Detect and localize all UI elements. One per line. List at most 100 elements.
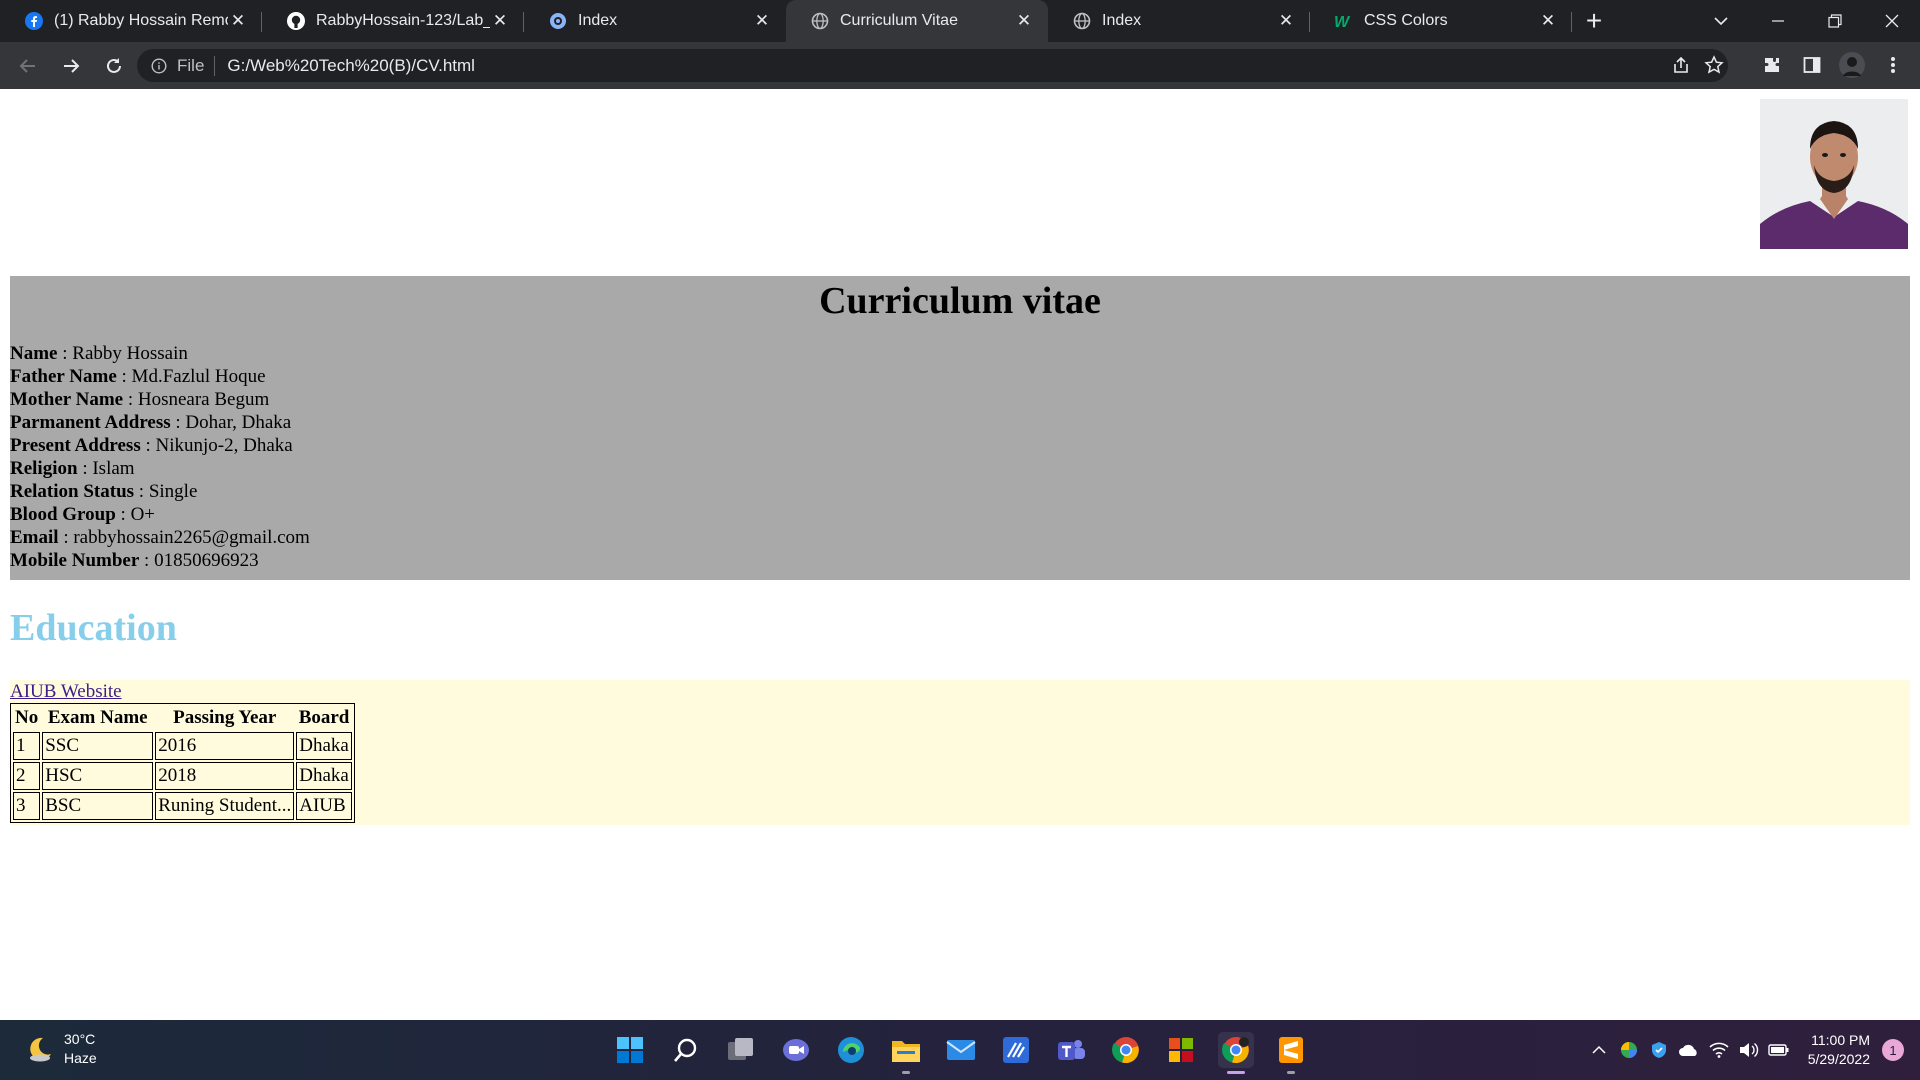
info-separator: : [134,481,149,502]
close-tab-icon[interactable]: ✕ [228,11,248,31]
info-label: Father Name [10,366,117,387]
minimize-icon [1771,20,1784,22]
taskbar-chrome-active[interactable] [1218,1032,1254,1074]
close-icon [1885,14,1898,28]
close-tab-icon[interactable]: ✕ [1276,11,1296,31]
profile-avatar[interactable] [1838,51,1866,79]
weather-widget[interactable]: 30°C Haze [24,1030,97,1068]
table-cell: 2 [13,762,41,790]
running-indicator [902,1071,910,1074]
moon-icon [30,1037,51,1062]
tab-index-2[interactable]: Index ✕ [1048,0,1310,42]
minimize-button[interactable] [1749,0,1806,42]
share-icon[interactable] [1667,51,1695,79]
tab-title: RabbyHossain-123/Lab_Tas [316,12,490,29]
task-view-button[interactable] [723,1032,759,1068]
volume-icon[interactable] [1734,1035,1764,1065]
education-table: No Exam Name Passing Year Board 1 SSC 20… [10,703,355,823]
tab-search-button[interactable] [1692,0,1749,42]
extensions-icon[interactable] [1758,51,1786,79]
restore-icon [1827,14,1842,28]
close-tab-icon[interactable]: ✕ [1538,11,1558,31]
info-value: rabbyhossain2265@gmail.com [73,527,310,548]
notification-badge[interactable]: 1 [1882,1039,1904,1061]
weather-temperature: 30°C [64,1031,96,1047]
taskbar-chat[interactable] [778,1032,814,1068]
system-tray: 11:00 PM 5/29/2022 1 [1584,1020,1920,1080]
star-icon[interactable] [1700,51,1728,79]
info-separator: : [115,504,131,525]
tab-css-colors[interactable]: W CSS Colors ✕ [1310,0,1572,42]
cv-section: Curriculum vitae Name : Rabby Hossain Fa… [10,276,1910,580]
tab-curriculum-vitae[interactable]: Curriculum Vitae ✕ [786,0,1048,42]
wifi-icon[interactable] [1704,1035,1734,1065]
table-cell: Runing Student... [155,792,295,820]
education-heading: Education [10,607,177,649]
info-value: O+ [130,504,155,525]
info-label: Parmanent Address [10,412,171,433]
taskbar-office[interactable] [1163,1032,1199,1068]
info-value: Islam [92,458,135,479]
info-separator: : [57,343,73,364]
color-ball-icon[interactable] [1614,1035,1644,1065]
tab-title: Index [1102,12,1142,29]
tab-strip: (1) Rabby Hossain Remon | ✕ RabbyHossain… [0,0,1920,42]
tab-facebook[interactable]: (1) Rabby Hossain Remon | ✕ [0,0,262,42]
tab-index-1[interactable]: Index ✕ [524,0,786,42]
side-panel-icon[interactable] [1798,51,1826,79]
forward-button[interactable] [51,46,91,86]
start-button[interactable] [612,1032,648,1068]
info-separator: : [77,458,93,479]
taskbar-editor[interactable] [998,1032,1034,1068]
taskbar-mail[interactable] [943,1032,979,1068]
table-cell: HSC [42,762,154,790]
clock[interactable]: 11:00 PM 5/29/2022 [1808,1031,1870,1069]
taskbar-edge[interactable] [833,1032,869,1068]
tab-title: Index [578,12,618,29]
table-cell: Dhaka [296,732,352,760]
chevron-up-icon[interactable] [1584,1035,1614,1065]
info-separator: : [139,550,155,571]
address-bar[interactable]: File G:/Web%20Tech%20(B)/CV.html [137,49,1728,82]
arrow-right-icon [64,58,80,73]
close-tab-icon[interactable]: ✕ [752,11,772,31]
battery-icon[interactable] [1764,1035,1794,1065]
reload-button[interactable] [94,46,134,86]
info-value: Nikunjo-2, Dhaka [155,435,293,456]
windows-icon [617,1037,643,1063]
office-icon [1169,1038,1193,1062]
table-cell: AIUB [296,792,352,820]
aiub-website-link[interactable]: AIUB Website [10,681,122,702]
editor-icon [1003,1037,1029,1063]
tab-github[interactable]: RabbyHossain-123/Lab_Tas ✕ [262,0,524,42]
shield-globe-icon [548,11,568,31]
column-header: Board [298,707,350,728]
info-label: Religion [10,458,78,479]
taskbar-search-button[interactable] [668,1032,704,1068]
onedrive-cloud-icon[interactable] [1674,1035,1704,1065]
shield-icon[interactable] [1644,1035,1674,1065]
table-cell: Dhaka [296,762,352,790]
close-tab-icon[interactable]: ✕ [1014,11,1034,31]
url-text[interactable]: G:/Web%20Tech%20(B)/CV.html [227,56,475,76]
sublime-text-icon [1279,1037,1303,1063]
taskbar-chrome[interactable] [1108,1032,1144,1068]
taskbar-file-explorer[interactable] [888,1032,924,1074]
info-value: Md.Fazlul Hoque [131,366,266,387]
info-value: Single [148,481,198,502]
chrome-profile-icon [1222,1037,1249,1064]
chrome-icon [1112,1037,1139,1064]
info-separator: : [170,412,186,433]
close-window-button[interactable] [1863,0,1920,42]
restore-button[interactable] [1806,0,1863,42]
new-tab-button[interactable]: + [1572,0,1616,42]
education-section: AIUB Website No Exam Name Passing Year B… [10,680,1910,825]
menu-icon[interactable] [1879,51,1907,79]
column-header: Passing Year [173,707,277,728]
back-button[interactable] [8,46,48,86]
taskbar-teams[interactable] [1053,1032,1089,1068]
close-tab-icon[interactable]: ✕ [490,11,510,31]
taskbar-sublime-text[interactable] [1273,1032,1309,1074]
page-title: Curriculum vitae [819,280,1101,322]
info-icon[interactable] [151,57,167,74]
